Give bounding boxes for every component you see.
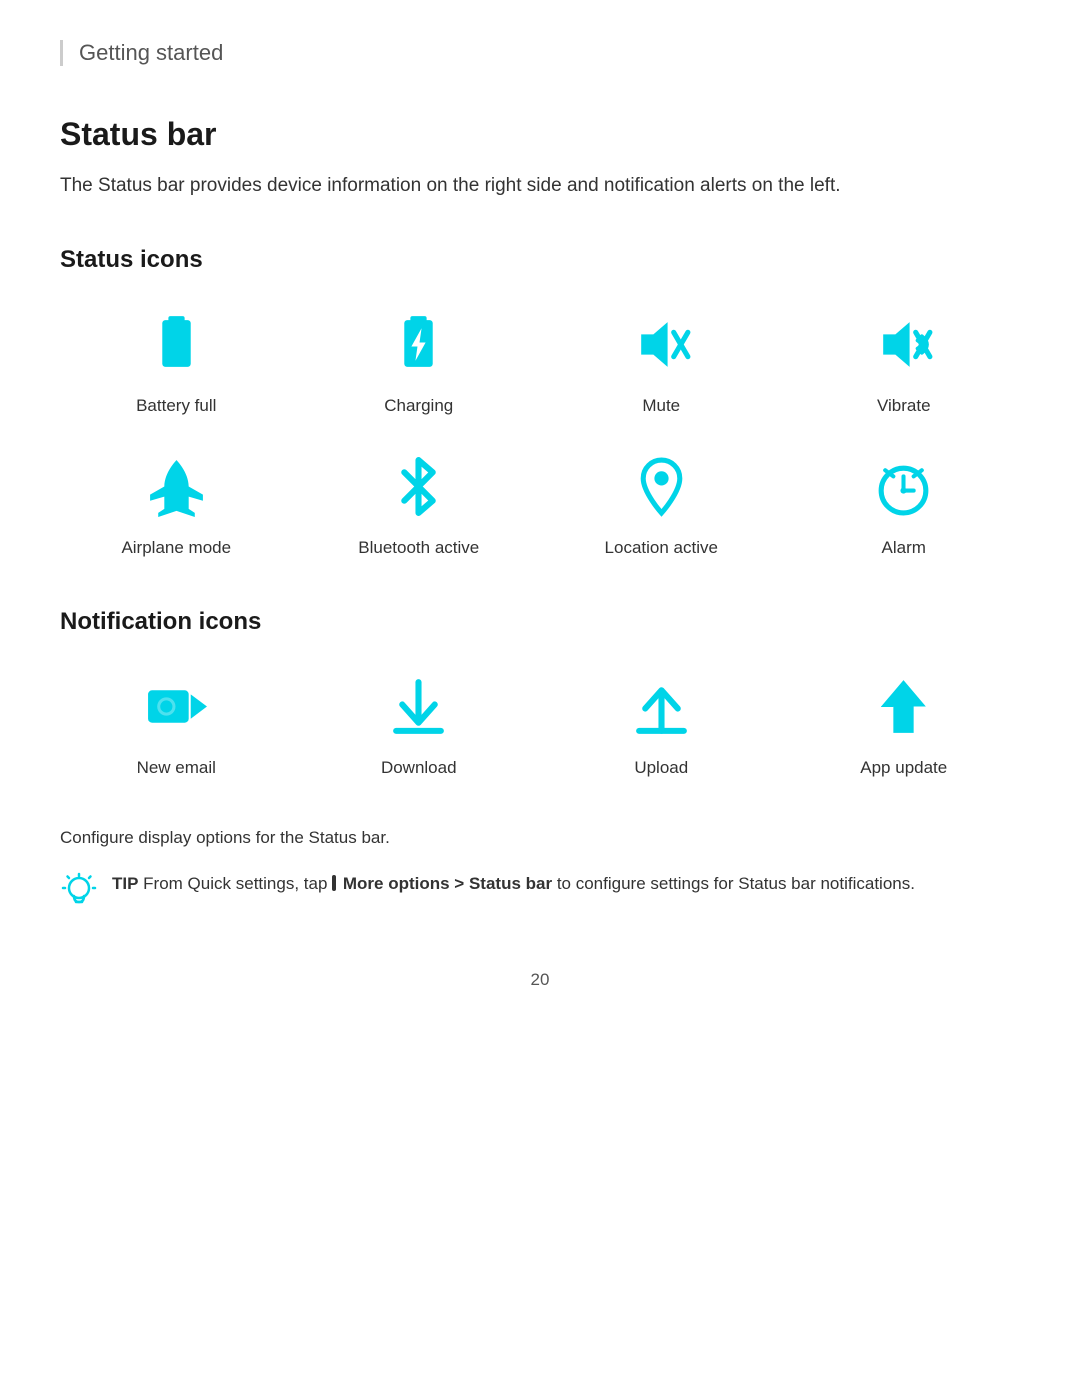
app-update-label: App update [860,758,947,778]
tip-dots-icon [332,875,336,891]
vibrate-icon [871,312,936,377]
battery-full-icon [144,312,209,377]
airplane-mode-label: Airplane mode [121,538,231,558]
tip-word: TIP [112,874,138,893]
icon-item-battery-full: Battery full [60,304,293,416]
bluetooth-active-icon-wrapper [379,446,459,526]
battery-full-icon-wrapper [136,304,216,384]
icon-item-vibrate: Vibrate [788,304,1021,416]
bluetooth-active-label: Bluetooth active [358,538,479,558]
icon-item-alarm: Alarm [788,446,1021,558]
download-label: Download [381,758,457,778]
vibrate-icon-wrapper [864,304,944,384]
app-update-icon [871,674,936,739]
icon-item-charging: Charging [303,304,536,416]
tip-section: TIP From Quick settings, tap More option… [60,870,1020,910]
bluetooth-active-icon [386,454,451,519]
alarm-icon [871,454,936,519]
charging-icon-wrapper [379,304,459,384]
mute-icon-wrapper [621,304,701,384]
upload-label: Upload [634,758,688,778]
tip-icon [60,872,98,910]
app-update-icon-wrapper [864,666,944,746]
icon-item-upload: Upload [545,666,778,778]
tip-text: TIP From Quick settings, tap More option… [112,870,915,899]
icon-item-new-email: New email [60,666,293,778]
tip-text-before: From Quick settings, tap [138,874,327,893]
icon-item-airplane-mode: Airplane mode [60,446,293,558]
breadcrumb: Getting started [60,40,1020,66]
mute-icon [629,312,694,377]
airplane-mode-icon [144,454,209,519]
tip-bold-text: More options > Status bar [338,874,552,893]
alarm-label: Alarm [882,538,926,558]
charging-icon [386,312,451,377]
location-active-icon [629,454,694,519]
icon-item-bluetooth-active: Bluetooth active [303,446,536,558]
location-active-icon-wrapper [621,446,701,526]
notification-icons-title: Notification icons [60,608,1020,636]
upload-icon-wrapper [621,666,701,746]
icon-item-mute: Mute [545,304,778,416]
vibrate-label: Vibrate [877,396,931,416]
mute-label: Mute [642,396,680,416]
tip-text-after: to configure settings for Status bar not… [552,874,915,893]
configure-text: Configure display options for the Status… [60,828,1020,848]
location-active-label: Location active [605,538,718,558]
icon-item-location-active: Location active [545,446,778,558]
download-icon-wrapper [379,666,459,746]
download-icon [386,674,451,739]
alarm-icon-wrapper [864,446,944,526]
page-number: 20 [60,970,1020,990]
status-icons-grid: Battery full Charging Mute [60,304,1020,558]
icon-item-download: Download [303,666,536,778]
airplane-mode-icon-wrapper [136,446,216,526]
page-title: Status bar [60,116,1020,153]
notification-icons-grid: New email Download Upload [60,666,1020,778]
battery-full-label: Battery full [136,396,216,416]
new-email-label: New email [137,758,216,778]
new-email-icon [144,674,209,739]
icon-item-app-update: App update [788,666,1021,778]
status-icons-title: Status icons [60,246,1020,274]
lightbulb-icon [60,872,98,910]
charging-label: Charging [384,396,453,416]
upload-icon [629,674,694,739]
new-email-icon-wrapper [136,666,216,746]
breadcrumb-text: Getting started [79,40,223,65]
page-description: The Status bar provides device informati… [60,171,1020,201]
